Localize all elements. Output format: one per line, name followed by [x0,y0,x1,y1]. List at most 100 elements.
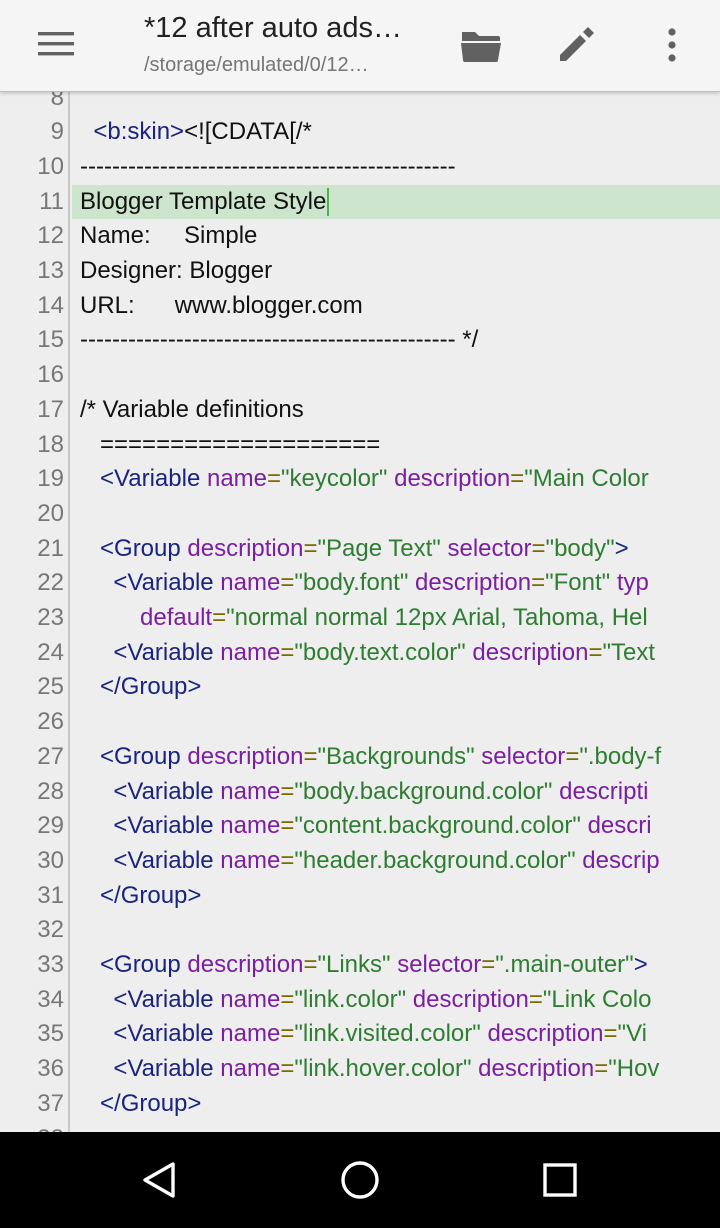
code-line[interactable]: 27 <Group description="Backgrounds" sele… [0,740,720,775]
line-number: 30 [37,846,64,874]
code-line[interactable]: 8 [0,92,720,115]
file-title-block: *12 after auto ads… /storage/emulated/0/… [144,10,434,80]
line-number: 36 [37,1055,64,1083]
code-line[interactable]: 18 ==================== [0,428,720,463]
code-token: description [187,951,304,978]
code-token: "content.background.color" [294,812,588,840]
code-line[interactable]: 24 <Variable name="body.text.color" desc… [0,636,720,671]
code-token: = [303,742,318,770]
code-token: <Variable [80,777,221,805]
code-token: name [220,638,281,666]
code-line[interactable]: 30 <Variable name="header.background.col… [0,844,720,879]
code-token: "Link Colo [542,985,652,1013]
line-number: 25 [37,673,64,701]
code-text: <Variable name="link.color" description=… [80,983,720,1018]
file-path: /storage/emulated/0/12… [144,54,369,76]
line-number: 28 [37,777,64,805]
text-cursor [327,188,330,217]
code-token: typ [616,569,649,597]
code-token: default [80,604,213,631]
code-text: /* Variable definitions [80,393,720,428]
code-line[interactable]: 16 [0,358,720,393]
code-line[interactable]: 25 </Group> [0,670,720,705]
code-text: </Group> [80,670,720,705]
code-token: = [280,812,295,840]
code-token: <Variable [80,1055,221,1083]
code-token: = [603,1020,618,1048]
code-line[interactable]: 38 [0,1122,720,1133]
line-number: 12 [37,222,64,250]
code-line[interactable]: 31 </Group> [0,879,720,914]
code-line[interactable]: 35 <Variable name="link.visited.color" d… [0,1017,720,1052]
code-line[interactable]: 17 /* Variable definitions [0,393,720,428]
code-line[interactable]: 19 <Variable name="keycolor" description… [0,462,720,497]
menu-button[interactable] [24,18,88,70]
home-button[interactable] [336,1156,384,1204]
pencil-icon [560,27,594,61]
line-number: 26 [37,708,64,736]
code-token: /* Variable definitions [80,395,304,423]
code-token: = [510,465,525,493]
code-text: <Variable name="header.background.color"… [80,844,720,879]
code-token: <![CDATA[/* [184,118,312,146]
code-token: "link.color" [294,985,413,1013]
code-line[interactable]: 15 --------------------------------------… [0,323,720,358]
code-line[interactable]: 34 <Variable name="link.color" descripti… [0,983,720,1018]
code-token: "body.text.color" [294,638,473,666]
recents-button[interactable] [536,1156,584,1204]
edit-button[interactable] [545,18,607,72]
open-folder-icon [461,32,501,62]
code-line[interactable]: 10 --------------------------------------… [0,150,720,185]
code-line[interactable]: 26 [0,705,720,740]
code-line[interactable]: 33 <Group description="Links" selector="… [0,948,720,983]
file-title: *12 after auto ads… [144,12,402,44]
code-token: "Main Color [524,465,649,493]
line-number: 31 [37,881,64,909]
code-token: descripti [559,777,649,805]
open-folder-button[interactable] [446,18,516,72]
code-token: "Hov [608,1055,660,1083]
code-editor[interactable]: 89 <b:skin><![CDATA[/* 10 ----------------… [0,92,720,1132]
line-number: 11 [39,187,64,215]
more-options-button[interactable] [648,18,696,72]
line-number: 23 [37,604,64,631]
code-text: <Variable name="body.background.color" d… [80,775,720,810]
code-token: Name: Simple [80,222,258,250]
code-line[interactable]: 28 <Variable name="body.background.color… [0,775,720,810]
code-token: <Variable [80,569,221,597]
code-token: "Text [602,638,655,666]
line-number: 15 [37,326,64,354]
code-line[interactable]: 13 Designer: Blogger [0,254,720,289]
code-line[interactable]: 36 <Variable name="link.hover.color" des… [0,1052,720,1087]
line-number: 9 [50,118,64,146]
code-line[interactable]: 21 <Group description="Page Text" select… [0,532,720,567]
code-token: = [280,1020,295,1048]
code-line[interactable]: 23 default="normal normal 12px Arial, Ta… [0,601,720,636]
code-text: Designer: Blogger [80,254,720,289]
home-circle-icon [341,1161,379,1199]
line-number: 19 [37,465,64,493]
code-token: "link.hover.color" [294,1055,479,1083]
code-line[interactable]: 14 URL: www.blogger.com [0,289,720,324]
code-line[interactable]: 29 <Variable name="content.background.co… [0,809,720,844]
code-token: "normal normal 12px Arial, Tahoma, Hel [226,604,648,631]
code-token: "Links" [317,951,398,978]
code-line[interactable]: 20 [0,497,720,532]
code-line[interactable]: 37 </Group> [0,1087,720,1122]
line-number: 17 [37,395,64,423]
code-text: URL: www.blogger.com [80,289,720,324]
line-number: 29 [37,812,64,840]
code-token: <Variable [80,1020,221,1048]
code-line[interactable]: 32 [0,913,720,948]
code-line[interactable]: 12 Name: Simple [0,219,720,254]
code-token: = [565,742,580,770]
code-line[interactable]: 22 <Variable name="body.font" descriptio… [0,566,720,601]
line-number: 21 [37,534,64,562]
line-number: 37 [37,1089,64,1117]
code-line[interactable]: 11 Blogger Template Style [0,184,720,220]
line-number: 20 [37,499,64,527]
back-button[interactable] [136,1156,184,1204]
code-line[interactable]: 9 <b:skin><![CDATA[/* [0,115,720,150]
code-token: Blogger Template Style [80,187,327,215]
back-triangle-icon [143,1162,175,1198]
